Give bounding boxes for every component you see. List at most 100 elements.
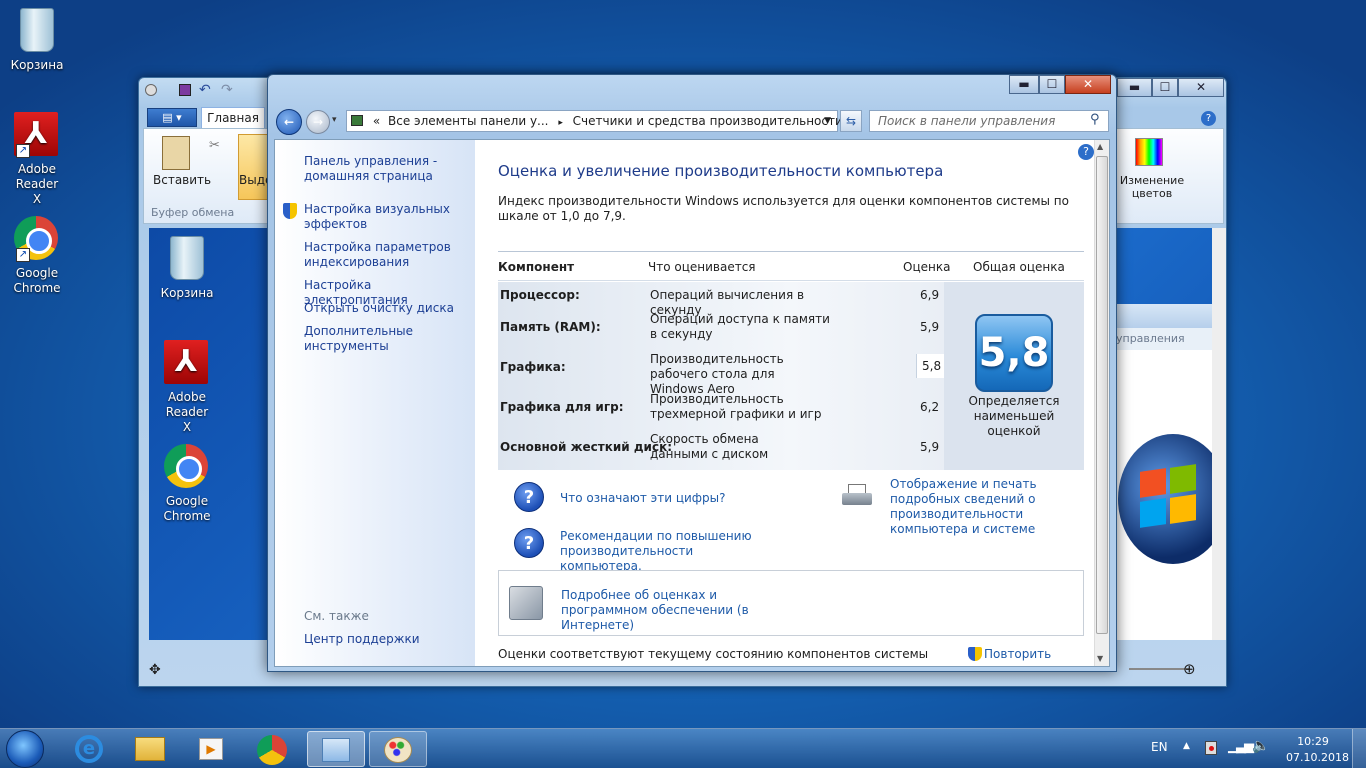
status-text: Оценки соответствуют текущему состоянию … <box>498 647 929 661</box>
move-icon: ✥ <box>149 662 161 678</box>
recent-pages-chevron-icon[interactable]: ▾ <box>332 115 337 125</box>
column-header-what: Что оценивается <box>648 260 756 274</box>
zoom-slider[interactable] <box>1129 668 1189 670</box>
page-title: Оценка и увеличение производительности к… <box>498 162 944 180</box>
inner-icon-recycle-bin: Корзина <box>152 236 222 301</box>
table-cell-what: Скорость обмена данными с диском <box>650 432 769 461</box>
show-hidden-icons-icon[interactable]: ▲ <box>1183 741 1190 751</box>
table-cell-what: Производительность трехмерной графики и … <box>650 392 822 421</box>
table-cell-score: 5,9 <box>920 440 940 454</box>
cut-icon[interactable]: ✂ <box>209 138 220 153</box>
paint-vertical-scrollbar[interactable] <box>1212 228 1226 640</box>
action-center-flag-icon[interactable] <box>1205 741 1217 755</box>
paint-menu-button[interactable]: ▤ ▾ <box>147 108 197 127</box>
forward-button[interactable]: → <box>306 110 330 134</box>
sidebar-item-indexing[interactable]: Настройка параметров индексирования <box>304 240 454 270</box>
scroll-up-icon[interactable]: ▲ <box>1097 142 1103 151</box>
vertical-scrollbar[interactable]: ▲ ▼ <box>1094 140 1109 666</box>
link-performance-tips[interactable]: Рекомендации по повышению производительн… <box>560 529 760 574</box>
refresh-button[interactable]: ⇆ <box>840 110 862 132</box>
desktop-icon-label: Корзина <box>10 58 64 72</box>
paint-app-icon <box>145 84 157 96</box>
search-icon[interactable]: ⚲ <box>1090 112 1100 127</box>
minimize-button[interactable]: ▬ <box>1009 75 1039 94</box>
start-button[interactable] <box>6 730 44 768</box>
sidebar-item-advanced-tools[interactable]: Дополнительные инструменты <box>304 324 424 354</box>
table-cell-score: 5,9 <box>920 320 940 334</box>
table-cell-component: Графика для игр: <box>500 400 624 414</box>
desktop-icon-label: Adobe Reader X <box>15 162 59 206</box>
search-input[interactable]: Поиск в панели управления <box>869 110 1109 132</box>
paint-icon <box>384 737 412 763</box>
taskbar-explorer-button[interactable] <box>121 731 179 767</box>
sidebar-home-link[interactable]: Панель управления - домашняя страница <box>304 154 454 184</box>
control-panel-icon <box>351 115 363 126</box>
taskbar-control-panel-button[interactable] <box>307 731 365 767</box>
help-question-icon: ? <box>514 528 544 558</box>
address-bar[interactable]: « Все элементы панели у... ▸ Счетчики и … <box>346 110 843 132</box>
link-what-numbers-mean[interactable]: Что означают эти цифры? <box>560 491 726 506</box>
breadcrumb-separator-icon[interactable]: ▸ <box>558 118 563 128</box>
clock[interactable]: 10:29 07.10.2018 <box>1286 734 1349 766</box>
help-icon[interactable]: ? <box>1201 111 1216 126</box>
select-button[interactable]: Выде <box>238 134 270 200</box>
breadcrumb-overflow[interactable]: « <box>373 114 380 128</box>
back-button[interactable]: ← <box>276 109 302 135</box>
scrollbar-thumb[interactable] <box>1096 156 1108 634</box>
help-icon[interactable]: ? <box>1078 144 1094 160</box>
paste-button[interactable]: Вставить <box>153 173 211 187</box>
shortcut-arrow-icon: ↗ <box>16 248 30 262</box>
taskbar-ie-button[interactable]: e <box>60 731 118 767</box>
paint-minimize-button[interactable]: ▬ <box>1117 78 1152 97</box>
rerun-assessment-link[interactable]: Повторить оценку <box>984 647 1096 666</box>
link-online-details[interactable]: Подробнее об оценках и программном обесп… <box>561 588 801 633</box>
language-indicator[interactable]: EN <box>1151 740 1168 754</box>
close-button[interactable]: ✕ <box>1065 75 1111 94</box>
breadcrumb-all-items[interactable]: Все элементы панели у... <box>388 114 548 128</box>
redo-icon[interactable]: ↷ <box>221 82 233 98</box>
taskbar-media-button[interactable]: ▶ <box>182 731 240 767</box>
volume-icon[interactable]: 🔈 <box>1252 738 1269 754</box>
base-score-note: Определяется наименьшей оценкой <box>968 394 1060 438</box>
scroll-down-icon[interactable]: ▼ <box>1097 654 1103 663</box>
base-score-badge: 5,8 <box>975 314 1053 392</box>
sidebar-item-disk-cleanup[interactable]: Открыть очистку диска <box>304 301 474 316</box>
address-dropdown-icon[interactable]: ▼ <box>824 111 831 131</box>
desktop-icon-recycle-bin[interactable]: Корзина <box>2 8 72 73</box>
see-also-heading: См. также <box>304 609 369 623</box>
paint-maximize-button[interactable]: ☐ <box>1152 78 1178 97</box>
breadcrumb-performance[interactable]: Счетчики и средства производительности <box>573 114 843 128</box>
table-cell-what: Производительность рабочего стола для Wi… <box>650 352 784 396</box>
table-cell-component: Процессор: <box>500 288 580 302</box>
edit-colors-button[interactable]: Изменение цветов <box>1117 174 1187 200</box>
network-icon[interactable]: ▁▃▅ <box>1228 739 1254 754</box>
clock-time: 10:29 <box>1297 735 1329 748</box>
inner-icon-adobe-reader: ⅄ Adobe Reader X <box>152 340 222 435</box>
maximize-button[interactable]: ☐ <box>1039 75 1065 94</box>
undo-icon[interactable]: ↶ <box>199 82 211 98</box>
show-desktop-button[interactable] <box>1352 729 1366 768</box>
sidebar-item-visual-effects[interactable]: Настройка визуальных эффектов <box>304 202 454 232</box>
paste-icon <box>162 136 190 170</box>
control-panel-window[interactable]: ▬ ☐ ✕ ← → ▾ « Все элементы панели у... ▸… <box>267 74 1117 672</box>
shield-icon <box>968 647 982 661</box>
media-player-icon: ▶ <box>199 738 223 760</box>
save-icon[interactable] <box>179 84 191 96</box>
link-print-details[interactable]: Отображение и печать подробных сведений … <box>890 477 1086 537</box>
ie-icon: e <box>75 735 103 763</box>
software-online-icon <box>509 586 543 620</box>
sidebar-item-action-center[interactable]: Центр поддержки <box>304 632 420 647</box>
taskbar-chrome-button[interactable] <box>243 731 301 767</box>
paint-close-button[interactable]: ✕ <box>1178 78 1224 97</box>
inner-icon-label: Google Chrome <box>163 494 211 523</box>
desktop-icon-adobe-reader[interactable]: ⅄ ↗ Adobe Reader X <box>2 112 72 207</box>
tab-home[interactable]: Главная <box>201 107 265 128</box>
desktop-icon-google-chrome[interactable]: ↗ Google Chrome <box>2 216 72 296</box>
clipboard-group-label: Буфер обмена <box>151 206 235 219</box>
zoom-in-icon[interactable]: ⊕ <box>1183 660 1196 678</box>
taskbar-paint-button[interactable] <box>369 731 427 767</box>
control-panel-icon <box>322 738 350 762</box>
shortcut-arrow-icon: ↗ <box>16 144 30 158</box>
windows-orb-logo <box>1118 434 1212 564</box>
table-cell-what: Операций доступа к памяти в секунду <box>650 312 830 341</box>
